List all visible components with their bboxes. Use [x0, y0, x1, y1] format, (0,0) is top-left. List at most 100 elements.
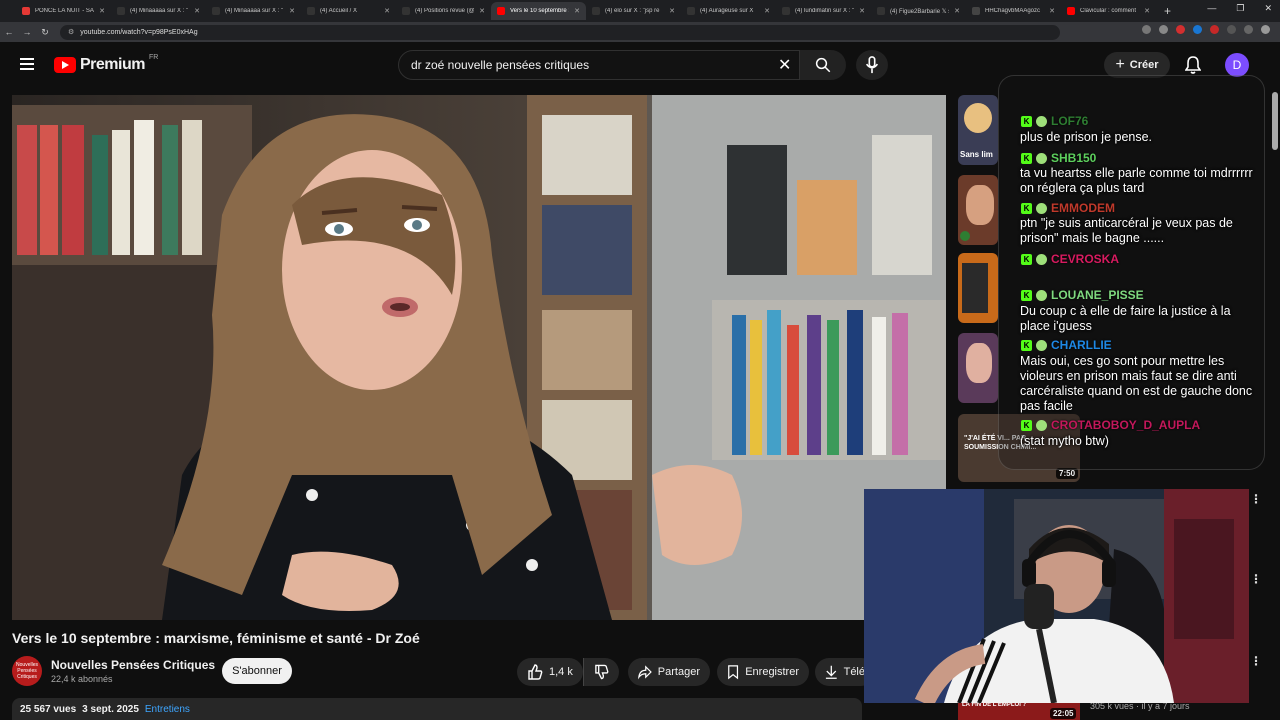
close-tab-icon[interactable]: ✕ — [669, 7, 675, 15]
recommended-thumbnail-4[interactable] — [958, 333, 998, 403]
close-tab-icon[interactable]: ✕ — [289, 7, 295, 15]
bookmark-icon — [728, 665, 739, 680]
close-tab-icon[interactable]: ✕ — [859, 7, 865, 15]
stream-chat-overlay: K LOF76 plus de prison je pense. K SHB150 ta … — [998, 75, 1265, 470]
ext-icon-7[interactable] — [1244, 25, 1253, 34]
ext-icon-8[interactable] — [1261, 25, 1270, 34]
recommended-thumbnail-6[interactable]: LA FIN DE L'EMPLOI ? 22:05 — [958, 700, 1080, 720]
browser-tab[interactable]: HHChagvbMAAgozc ✕ — [966, 2, 1061, 20]
like-button[interactable]: 1,4 k — [517, 658, 583, 686]
back-icon[interactable]: ← — [0, 27, 18, 37]
browser-tab[interactable]: Vers le 10 septembre : ✕ — [491, 2, 586, 20]
browser-tab[interactable]: (4) Figue2Barbarie 𝕏 s ✕ — [871, 2, 966, 20]
search-button[interactable] — [800, 50, 846, 80]
username-text: SHB150 — [1051, 151, 1097, 165]
page-scrollbar[interactable] — [1272, 92, 1278, 150]
youtube-logo[interactable]: Premium FR — [54, 54, 158, 74]
thumb-label: Sans lim — [960, 150, 993, 159]
close-tab-icon[interactable]: ✕ — [1144, 7, 1150, 15]
browser-tab[interactable]: (4) elo sur X : "jsp re ✕ — [586, 2, 681, 20]
save-button[interactable]: Enregistrer — [717, 658, 809, 686]
more-icon[interactable]: ⋮ — [1250, 492, 1262, 506]
close-window-icon[interactable]: ✕ — [1264, 3, 1272, 14]
kick-badge-icon: K — [1021, 253, 1032, 265]
menu-icon[interactable] — [20, 58, 34, 73]
ext-icon-5[interactable] — [1210, 25, 1219, 34]
chat-message: plus de prison je pense. — [1020, 130, 1153, 144]
recommended-thumbnail-1[interactable]: Sans lim — [958, 95, 998, 165]
browser-tab[interactable]: (4) lundimatin sur X : " ✕ — [776, 2, 871, 20]
publish-date: 3 sept. 2025 — [82, 703, 139, 715]
ext-icon-2[interactable] — [1159, 25, 1168, 34]
tab-label: (4) lundimatin sur X : " — [795, 8, 855, 14]
ext-icon-3[interactable] — [1176, 25, 1185, 34]
close-tab-icon[interactable]: ✕ — [954, 7, 960, 15]
username-text: CHARLLIE — [1051, 338, 1112, 352]
browser-tab[interactable]: (4) Accueil / X ✕ — [301, 2, 396, 20]
tab-label: (4) Aurageuse sur X — [700, 8, 754, 14]
recommended-thumbnail-2[interactable] — [958, 175, 998, 245]
description-box[interactable]: 25 567 vues 3 sept. 2025 Entretiens — [12, 698, 862, 720]
maximize-icon[interactable]: ❐ — [1236, 3, 1244, 14]
minimize-icon[interactable]: — — [1207, 3, 1216, 14]
username-text: LOF76 — [1051, 114, 1089, 128]
share-button[interactable]: Partager — [628, 658, 710, 686]
save-label: Enregistrer — [745, 666, 799, 678]
username-text: CROTABOBOY_D_AUPLA — [1051, 418, 1201, 432]
account-avatar[interactable]: D — [1225, 53, 1249, 77]
recommended-thumbnail-3[interactable] — [958, 253, 998, 323]
chat-username: K CEVROSKA — [1021, 252, 1119, 266]
subscribe-button[interactable]: S'abonner — [222, 658, 292, 684]
reload-icon[interactable]: ↻ — [36, 27, 54, 38]
tab-favicon-icon — [307, 7, 315, 15]
tab-favicon-icon — [1067, 7, 1075, 15]
ext-icon-1[interactable] — [1142, 25, 1151, 34]
url-text: youtube.com/watch?v=p98PsE0xHAg — [80, 28, 198, 36]
tab-label: (4) Accueil / X — [320, 8, 358, 14]
browser-tab[interactable]: (4) Minaaaaa sur X : " ✕ — [206, 2, 301, 20]
video-player[interactable] — [12, 95, 946, 620]
share-label: Partager — [657, 666, 700, 678]
browser-tab[interactable]: (4) Positions revue (@ ✕ — [396, 2, 491, 20]
channel-name[interactable]: Nouvelles Pensées Critiques — [51, 658, 215, 672]
browser-tab[interactable]: Clavicular : comment ✕ — [1061, 2, 1156, 20]
chat-username: K SHB150 — [1021, 151, 1096, 165]
close-tab-icon[interactable]: ✕ — [1049, 7, 1055, 15]
like-count: 1,4 k — [549, 666, 573, 678]
subscriber-count: 22,4 k abonnés — [51, 674, 113, 684]
more-icon[interactable]: ⋮ — [1250, 654, 1262, 668]
site-info-icon[interactable]: ⚙ — [68, 28, 74, 36]
tab-favicon-icon — [22, 7, 30, 15]
voice-search-button[interactable] — [856, 50, 888, 80]
close-tab-icon[interactable]: ✕ — [574, 7, 580, 15]
skull-badge-icon — [1036, 289, 1047, 301]
tab-favicon-icon — [402, 7, 410, 15]
download-icon — [825, 665, 837, 679]
close-tab-icon[interactable]: ✕ — [99, 7, 105, 15]
close-tab-icon[interactable]: ✕ — [194, 7, 200, 15]
close-tab-icon[interactable]: ✕ — [384, 7, 390, 15]
chat-message: Mais oui, ces go sont pour mettre les vi… — [1020, 354, 1253, 413]
dislike-button[interactable] — [583, 658, 619, 686]
ext-icon-6[interactable] — [1227, 25, 1236, 34]
clear-search-icon[interactable]: ✕ — [778, 55, 791, 75]
more-icon[interactable]: ⋮ — [1250, 572, 1262, 586]
tab-favicon-icon — [592, 7, 600, 15]
close-tab-icon[interactable]: ✕ — [479, 7, 485, 15]
kick-badge-icon: K — [1021, 339, 1032, 351]
channel-avatar[interactable]: Nouvelles Pensées Critiques — [12, 656, 42, 686]
search-input[interactable]: dr zoé nouvelle pensées critiques — [398, 50, 800, 80]
skull-badge-icon — [1036, 419, 1047, 431]
new-tab-icon[interactable]: + — [1156, 4, 1179, 18]
video-tag[interactable]: Entretiens — [145, 704, 190, 715]
webcam-frame — [864, 489, 1249, 703]
forward-icon[interactable]: → — [18, 27, 36, 37]
video-duration-6: 22:05 — [1050, 708, 1077, 719]
ext-icon-4[interactable] — [1193, 25, 1202, 34]
url-field[interactable]: ⚙ youtube.com/watch?v=p98PsE0xHAg — [60, 24, 1060, 40]
skull-badge-icon — [1036, 339, 1047, 351]
browser-tab[interactable]: (4) Minaaaaa sur X : " ✕ — [111, 2, 206, 20]
browser-tab[interactable]: PONCE LA NUIT - SAR ✕ — [16, 2, 111, 20]
close-tab-icon[interactable]: ✕ — [764, 7, 770, 15]
browser-tab[interactable]: (4) Aurageuse sur X ✕ — [681, 2, 776, 20]
